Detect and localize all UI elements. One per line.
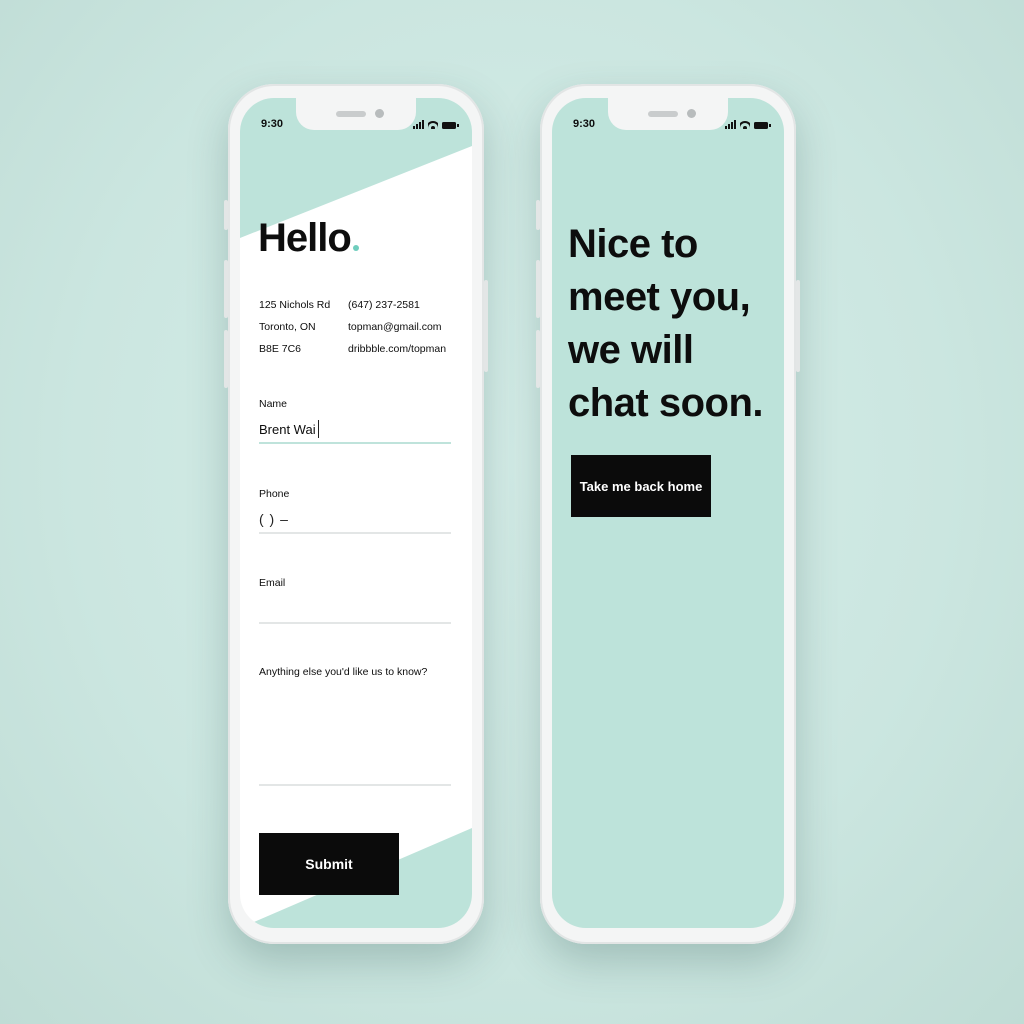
email-field[interactable]: [259, 596, 451, 624]
name-field[interactable]: Brent Wai: [259, 416, 451, 444]
power-button: [796, 280, 800, 372]
wifi-icon: [428, 121, 438, 129]
volume-up-button: [536, 260, 540, 318]
phone-label: Phone: [259, 488, 290, 500]
page-title: Hello: [258, 216, 359, 261]
backdrop: [0, 0, 1024, 1024]
power-button: [484, 280, 488, 372]
message-field[interactable]: [259, 688, 451, 786]
message-line: we will: [568, 328, 694, 372]
signal-icon: [413, 120, 424, 129]
front-camera: [687, 109, 696, 118]
volume-up-button: [224, 260, 228, 318]
contact-details: (647) 237-2581 topman@gmail.com dribbble…: [348, 294, 446, 360]
status-icons: [413, 120, 459, 129]
confirmation-screen: 9:30 Nice to meet you, we will chat soon…: [552, 98, 784, 928]
name-label: Name: [259, 398, 288, 410]
status-time: 9:30: [261, 118, 284, 130]
phone-field[interactable]: ( ) –: [259, 506, 451, 534]
contact-website[interactable]: dribbble.com/topman: [348, 338, 446, 360]
email-label: Email: [259, 577, 286, 589]
text-cursor: [317, 420, 319, 438]
confirmation-message: Nice to meet you, we will chat soon.: [568, 218, 764, 430]
page-title-text: Hello: [258, 216, 352, 260]
front-camera: [375, 109, 384, 118]
battery-icon: [754, 122, 771, 129]
contact-email[interactable]: topman@gmail.com: [348, 316, 446, 338]
volume-down-button: [536, 330, 540, 388]
battery-icon: [442, 122, 459, 129]
contact-phone: (647) 237-2581: [348, 299, 420, 311]
status-time: 9:30: [573, 118, 596, 130]
address-line-3: B8E 7C6: [259, 343, 302, 355]
message-line: Nice to: [568, 222, 698, 266]
address-block: 125 Nichols Rd Toronto, ON B8E 7C6: [259, 294, 330, 360]
phone-confirmation: 9:30 Nice to meet you, we will chat soon…: [536, 84, 800, 944]
wifi-icon: [740, 121, 750, 129]
submit-button[interactable]: Submit: [259, 833, 399, 895]
speaker-grille: [336, 111, 366, 117]
mute-switch: [224, 200, 228, 230]
message-line: meet you,: [568, 275, 751, 319]
phone-contact-form: 9:30 Hello 125 Nichols Rd Toronto, ON B8…: [224, 84, 488, 944]
mute-switch: [536, 200, 540, 230]
volume-down-button: [224, 330, 228, 388]
speaker-grille: [648, 111, 678, 117]
notch: [608, 98, 728, 130]
message-label: Anything else you'd like us to know?: [259, 666, 428, 678]
address-line-2: Toronto, ON: [259, 321, 316, 333]
signal-icon: [725, 120, 736, 129]
message-line: chat soon.: [568, 381, 764, 425]
address-line-1: 125 Nichols Rd: [259, 299, 331, 311]
accent-dot: [352, 245, 359, 251]
status-icons: [725, 120, 771, 129]
phone-value: ( ) –: [259, 511, 289, 527]
notch: [296, 98, 416, 130]
contact-screen: 9:30 Hello 125 Nichols Rd Toronto, ON B8…: [240, 98, 472, 928]
back-home-button[interactable]: Take me back home: [571, 455, 711, 517]
name-value: Brent Wai: [259, 421, 316, 437]
